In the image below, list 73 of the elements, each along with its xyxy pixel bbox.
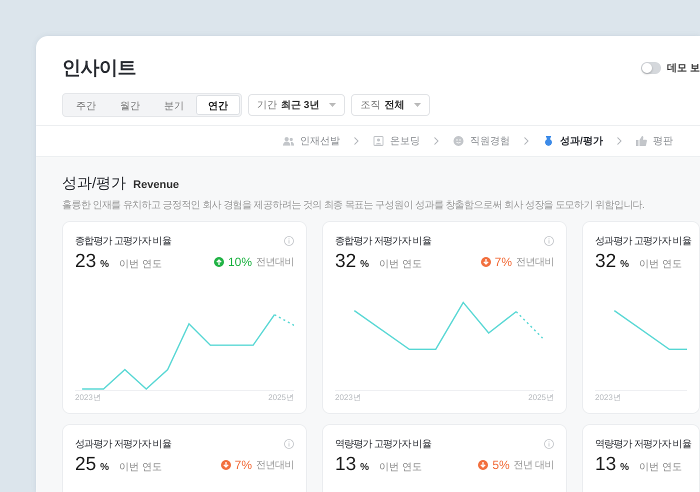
section-subtitle: Revenue	[133, 179, 180, 191]
card-title: 성과평가 저평가자 비율	[75, 438, 171, 451]
metric-unit: %	[620, 259, 630, 270]
metric-value: 23	[75, 251, 96, 273]
comparison-label: 전년대비	[256, 256, 294, 269]
info-icon[interactable]	[544, 439, 554, 449]
metric-value: 13	[595, 454, 616, 476]
step-tab[interactable]: 직원경험	[453, 134, 510, 148]
step-tab[interactable]: 성과/평가	[543, 134, 603, 148]
metric-unit: %	[360, 462, 370, 473]
metric-value: 13	[335, 454, 356, 476]
chevron-icon	[616, 137, 622, 145]
filter-dropdown[interactable]: 기간 최근 3년	[248, 94, 346, 116]
axis-label: 2025년	[528, 392, 554, 403]
page-title: 인사이트	[62, 57, 136, 81]
arrow-down-icon	[478, 460, 488, 470]
card-title: 성과평가 고평가자 비율	[595, 235, 691, 248]
metric-unit: %	[360, 259, 370, 270]
axis-label: 2023년	[335, 392, 361, 403]
info-icon[interactable]	[284, 236, 294, 246]
chevron-icon	[354, 137, 359, 145]
section-description: 훌륭한 인재를 유치하고 긍정적인 회사 경험을 제공하려는 것의 최종 목표는 구성원이 성과를 창출함으로써 회사 성장을 도모하기 위함입니다.	[62, 199, 646, 212]
caret-icon	[414, 102, 422, 108]
period-tab[interactable]: 월간	[108, 95, 152, 115]
metric-value: 32	[335, 251, 356, 273]
medal-icon	[543, 136, 554, 146]
period-label: 이번 연도	[379, 461, 422, 474]
metric-unit: %	[100, 462, 110, 473]
period-label: 이번 연도	[119, 461, 162, 474]
axis-label: 2023년	[595, 392, 621, 403]
step-tab[interactable]: 인재선발	[283, 134, 340, 148]
smiley-icon	[453, 136, 464, 146]
demo-toggle[interactable]	[641, 62, 662, 74]
period-label: 이번 연도	[639, 258, 682, 271]
caret-icon	[329, 102, 336, 108]
period-tab[interactable]: 연간	[196, 95, 240, 115]
period-tab[interactable]: 주간	[64, 95, 108, 115]
metric-value: 32	[595, 251, 616, 273]
period-label: 이번 연도	[639, 461, 682, 474]
chevron-icon	[434, 137, 439, 145]
chevron-icon	[524, 137, 529, 145]
metric-value: 25	[75, 454, 96, 476]
axis-label: 2025년	[268, 392, 294, 403]
period-label: 이번 연도	[379, 258, 422, 271]
card-title: 역량평가 고평가자 비율	[335, 438, 431, 451]
period-label: 이번 연도	[119, 258, 162, 271]
comparison-label: 전년대비	[256, 459, 294, 472]
filter-dropdown[interactable]: 조직 전체	[351, 94, 430, 116]
section-title: 성과/평가	[62, 174, 126, 193]
change-value: 7%	[234, 458, 252, 472]
arrow-down-icon	[480, 257, 491, 267]
info-icon[interactable]	[544, 236, 554, 246]
comparison-label: 전년대비	[516, 256, 554, 269]
step-tab[interactable]: 평판	[636, 134, 673, 148]
step-tab[interactable]: 온보딩	[373, 134, 420, 148]
info-icon[interactable]	[284, 439, 294, 449]
change-value: 7%	[494, 255, 512, 269]
card-title: 종합평가 저평가자 비율	[335, 235, 431, 248]
arrow-up-icon	[214, 257, 224, 267]
card-title: 종합평가 고평가자 비율	[75, 235, 171, 248]
thumbs-up-icon	[636, 136, 647, 146]
change-value: 5%	[492, 458, 510, 472]
metric-unit: %	[620, 462, 630, 473]
arrow-down-icon	[220, 460, 231, 470]
period-tab[interactable]: 분기	[152, 95, 196, 115]
people-icon	[283, 136, 294, 146]
card-title: 역량평가 저평가자 비율	[595, 438, 691, 451]
axis-label: 2023년	[75, 392, 101, 403]
metric-unit: %	[100, 259, 110, 270]
id-card-icon	[373, 136, 384, 146]
comparison-label: 전년 대비	[514, 459, 554, 472]
toggle-label: 데모 보	[667, 62, 700, 75]
change-value: 10%	[228, 255, 252, 269]
